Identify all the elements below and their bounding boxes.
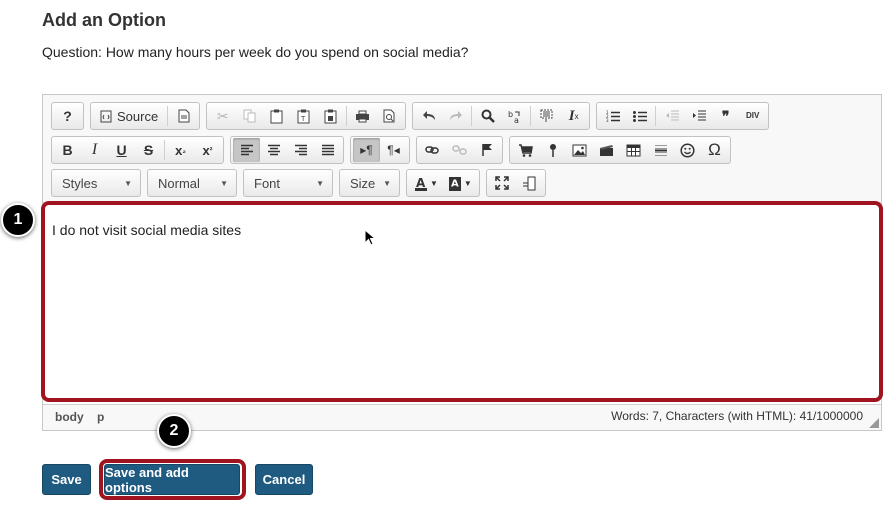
save-button[interactable]: Save [42, 464, 91, 495]
source-icon [100, 110, 112, 122]
create-div-icon[interactable]: DIV [739, 104, 766, 128]
source-button[interactable]: Source [93, 104, 165, 128]
preview-icon[interactable] [376, 104, 403, 128]
map-pin-icon[interactable] [539, 138, 566, 162]
background-color-button[interactable]: A ▼ [443, 171, 477, 195]
align-center-icon[interactable] [260, 138, 287, 162]
strikethrough-icon[interactable]: S [135, 138, 162, 162]
chevron-down-icon: ▼ [220, 178, 228, 188]
undo-icon[interactable] [415, 104, 442, 128]
callout-badge-2: 2 [157, 414, 191, 448]
font-dropdown[interactable]: Font ▼ [243, 169, 333, 197]
resize-handle-icon[interactable] [869, 418, 879, 428]
rtl-direction-icon[interactable]: ¶◂ [380, 138, 407, 162]
svg-text:A: A [451, 178, 459, 189]
format-label: Normal [158, 175, 200, 191]
cancel-button[interactable]: Cancel [255, 464, 313, 495]
table-icon[interactable] [620, 138, 647, 162]
styles-dropdown[interactable]: Styles ▼ [51, 169, 141, 197]
question-text: Question: How many hours per week do you… [42, 44, 469, 60]
save-and-add-options-button[interactable]: Save and add options [104, 464, 240, 495]
show-blocks-icon[interactable] [516, 171, 543, 195]
bold-icon[interactable]: B [54, 138, 81, 162]
special-character-icon[interactable]: Ω [701, 138, 728, 162]
anchor-flag-icon[interactable] [473, 138, 500, 162]
paste-text-icon[interactable]: T [290, 104, 317, 128]
paste-word-icon[interactable] [317, 104, 344, 128]
replace-icon[interactable]: ba [501, 104, 528, 128]
horizontal-line-icon[interactable] [647, 138, 674, 162]
remove-format-icon[interactable]: Ix [560, 104, 587, 128]
shopping-cart-icon[interactable] [512, 138, 539, 162]
image-icon[interactable] [566, 138, 593, 162]
cut-icon[interactable]: ✂ [209, 104, 236, 128]
callout-badge-1: 1 [1, 203, 35, 237]
size-dropdown[interactable]: Size ▼ [339, 169, 400, 197]
chevron-down-icon: ▼ [124, 178, 132, 188]
link-icon[interactable] [419, 138, 446, 162]
align-left-icon[interactable] [233, 138, 260, 162]
chevron-down-icon: ▼ [383, 178, 391, 188]
numbered-list-icon[interactable]: 123 [599, 104, 626, 128]
help-icon[interactable]: ? [54, 104, 81, 128]
path-body[interactable]: body [55, 410, 84, 424]
video-icon[interactable] [593, 138, 620, 162]
ltr-direction-icon[interactable]: ▸¶ [353, 138, 380, 162]
svg-text:T: T [300, 115, 306, 123]
format-dropdown[interactable]: Normal ▼ [147, 169, 237, 197]
paste-icon[interactable] [263, 104, 290, 128]
source-label: Source [117, 108, 159, 124]
maximize-icon[interactable] [489, 171, 516, 195]
indent-icon[interactable] [685, 104, 712, 128]
find-icon[interactable] [474, 104, 501, 128]
page-title: Add an Option [42, 10, 166, 30]
unlink-icon[interactable] [446, 138, 473, 162]
font-label: Font [254, 175, 281, 191]
styles-label: Styles [62, 175, 98, 191]
svg-text:A: A [416, 176, 426, 190]
underline-icon[interactable]: U [108, 138, 135, 162]
chevron-down-icon: ▼ [316, 178, 324, 188]
element-path: body p [55, 410, 114, 424]
outdent-icon[interactable] [658, 104, 685, 128]
bulleted-list-icon[interactable] [626, 104, 653, 128]
svg-text:a: a [514, 116, 519, 124]
path-p[interactable]: p [97, 410, 104, 424]
svg-text:3: 3 [606, 118, 609, 122]
redo-icon[interactable] [442, 104, 469, 128]
mouse-pointer-icon [364, 229, 376, 246]
subscript-icon[interactable]: x₂ [167, 138, 194, 162]
size-label: Size [350, 175, 376, 191]
text-color-icon: A [415, 176, 427, 191]
superscript-icon[interactable]: x² [194, 138, 221, 162]
align-right-icon[interactable] [287, 138, 314, 162]
blockquote-icon[interactable]: ❞ [712, 104, 739, 128]
new-page-icon[interactable] [170, 104, 197, 128]
justify-icon[interactable] [314, 138, 341, 162]
word-count: Words: 7, Characters (with HTML): 41/100… [611, 409, 863, 423]
svg-text:b: b [508, 110, 513, 119]
italic-icon[interactable]: I [81, 138, 108, 162]
smiley-icon[interactable] [674, 138, 701, 162]
text-color-button[interactable]: A ▼ [409, 171, 443, 195]
print-icon[interactable] [349, 104, 376, 128]
background-color-icon: A [448, 176, 461, 191]
select-all-icon[interactable] [533, 104, 560, 128]
copy-icon[interactable] [236, 104, 263, 128]
editor-toolbar: ? Source ✂ T b a I x 1 2 3 ❞ DIV B I U S… [51, 101, 879, 207]
callout-highlight-editor [41, 201, 883, 402]
